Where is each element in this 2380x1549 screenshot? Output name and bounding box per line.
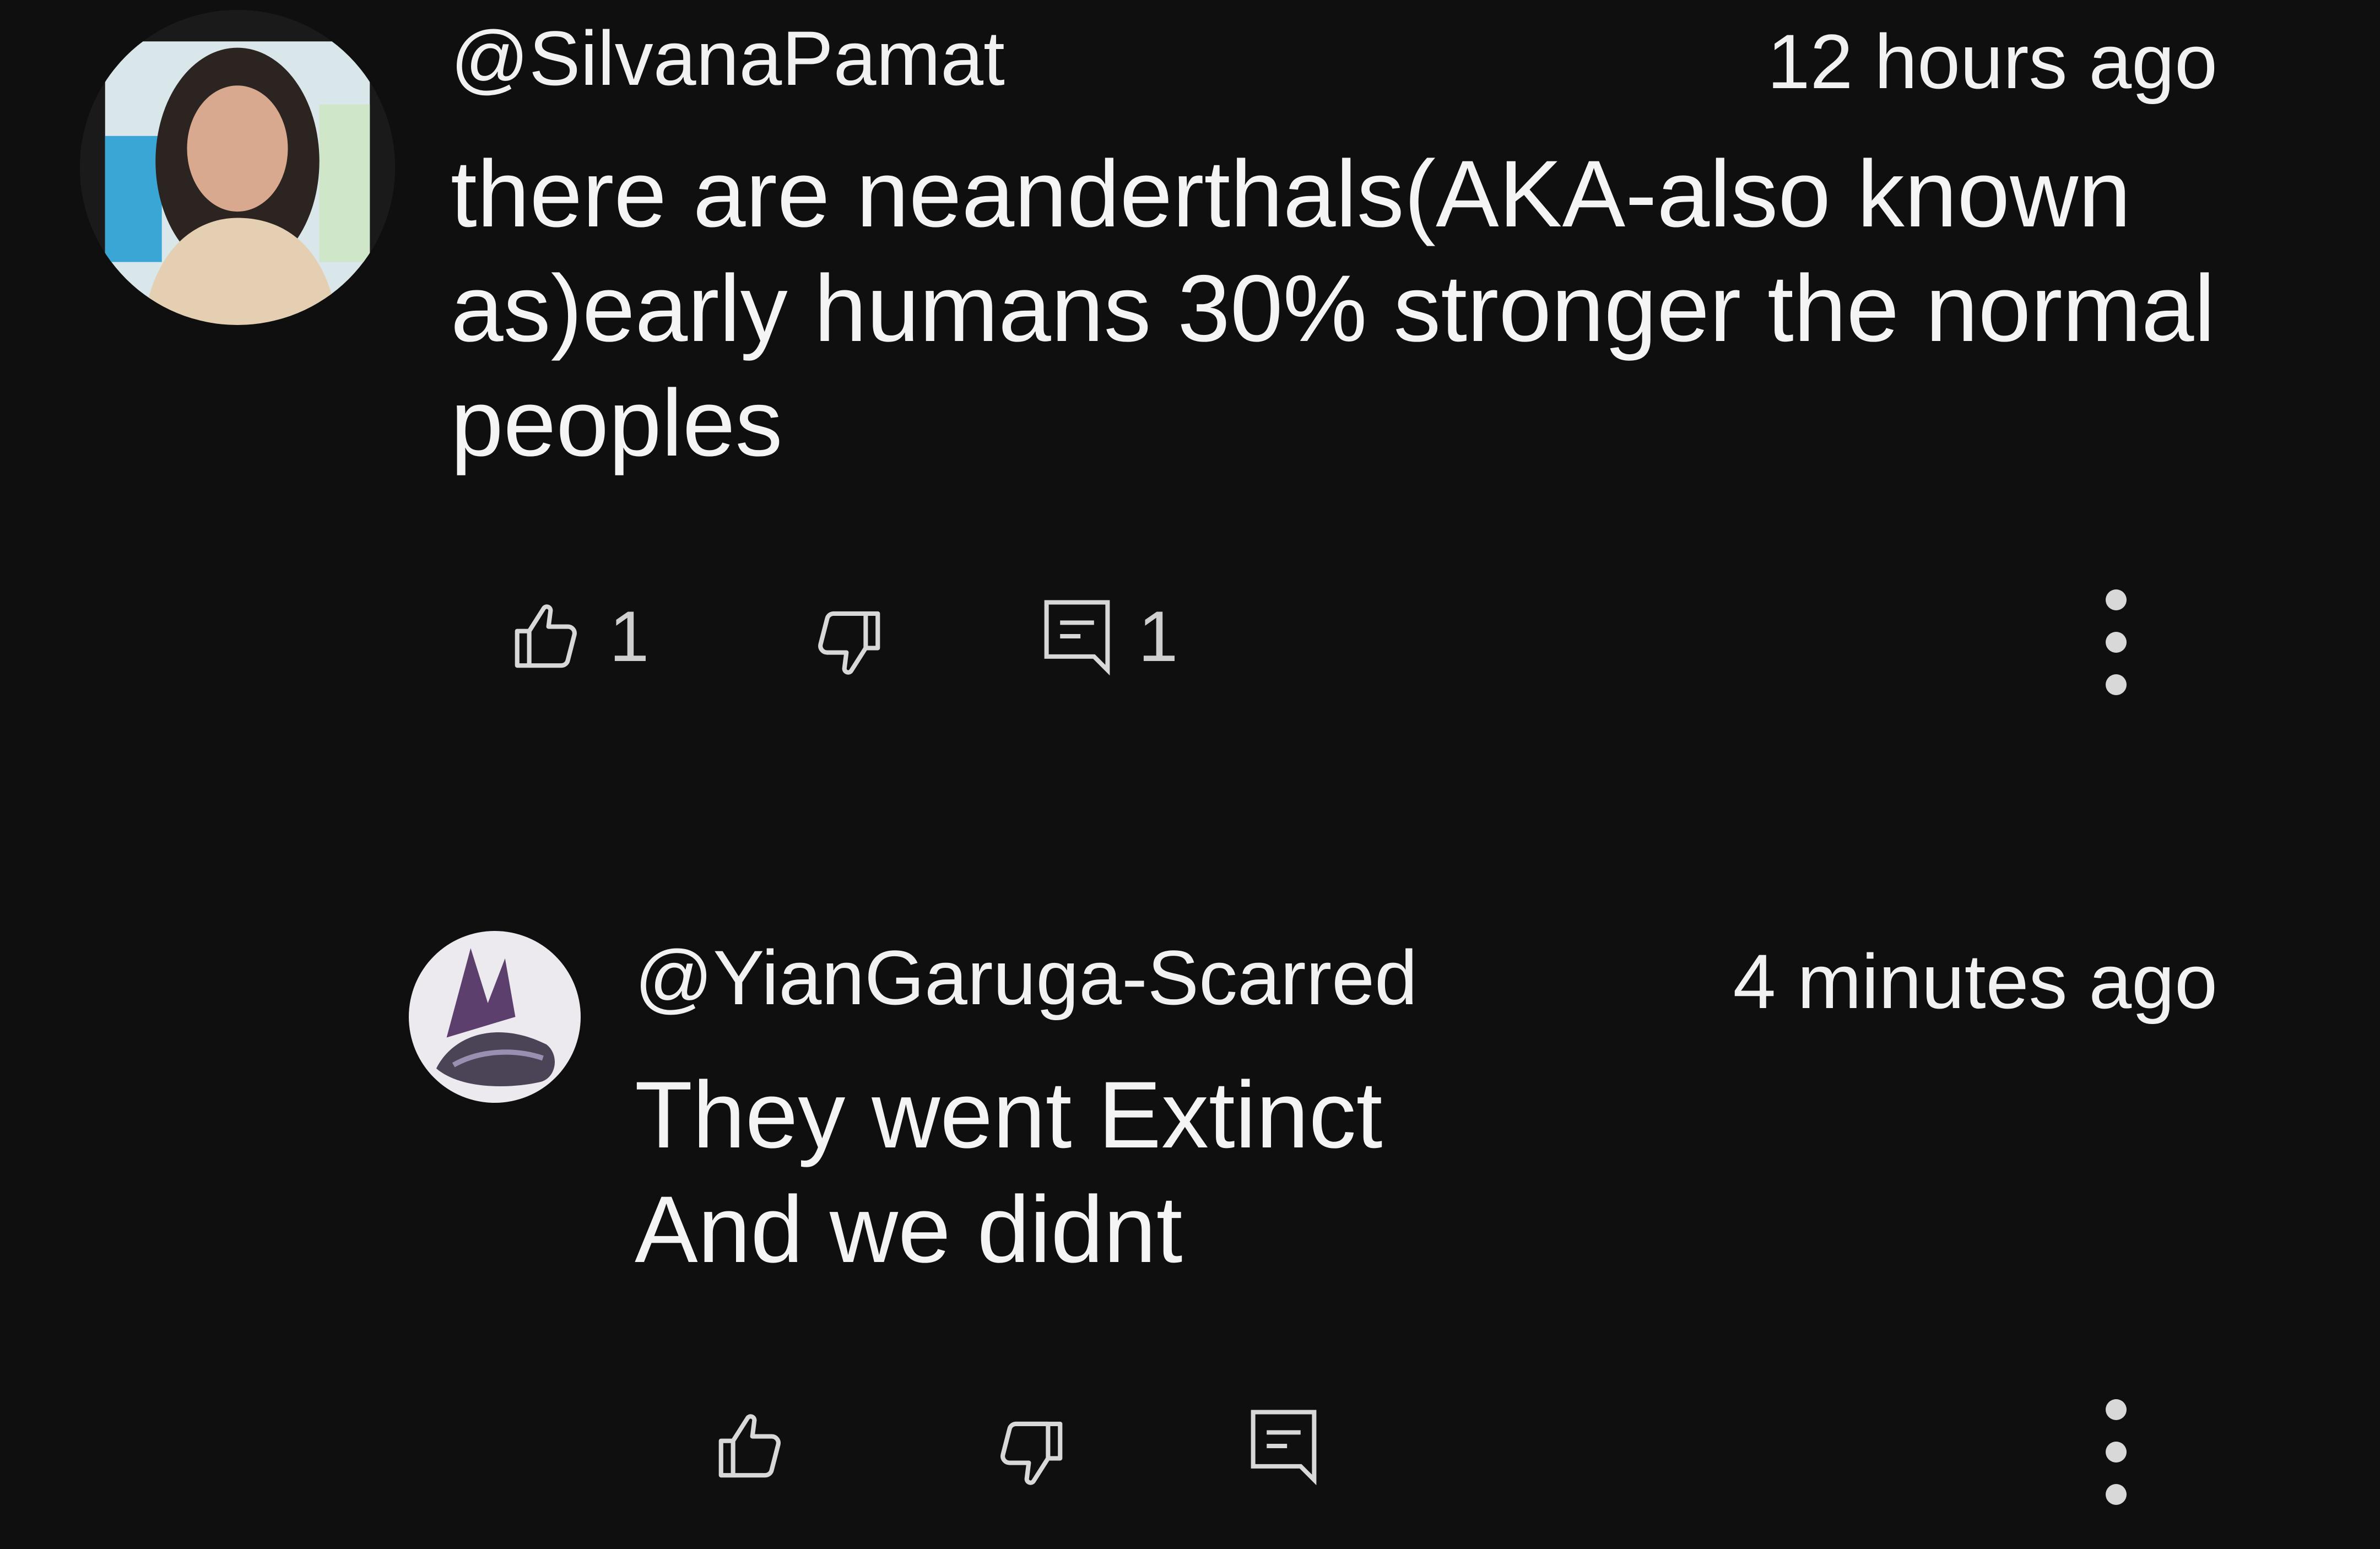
comment-text: there are neanderthals(AKA-also known as…	[451, 137, 2215, 480]
monster-avatar	[409, 931, 581, 1103]
like-button[interactable]	[711, 1402, 793, 1490]
comment-text-line: And we didnt	[635, 1177, 1183, 1282]
more-vert-icon-dot	[2106, 1484, 2127, 1505]
reply-button[interactable]	[1242, 1402, 1325, 1490]
reply-icon	[1044, 600, 1110, 676]
comment-author[interactable]: @SilvanaPamat	[451, 20, 1005, 97]
comment-text: They went Extinct And we didnt	[635, 1058, 1382, 1287]
more-vert-icon-dot	[2106, 1442, 2127, 1463]
dislike-button[interactable]	[805, 599, 888, 687]
more-vert-icon	[2106, 1399, 2127, 1420]
comment-timestamp[interactable]: 12 hours ago	[1767, 23, 2217, 100]
thumbs-down-icon	[1000, 1421, 1063, 1485]
more-options-button[interactable]	[2100, 1399, 2133, 1505]
comment-text-line: peoples	[451, 370, 783, 476]
like-count: 1	[609, 596, 650, 676]
comment-timestamp[interactable]: 4 minutes ago	[1733, 943, 2217, 1020]
more-options-button[interactable]	[2100, 589, 2133, 695]
reply-button[interactable]: 1	[1036, 592, 1178, 680]
reply-icon	[1251, 1410, 1317, 1486]
more-vert-icon	[2106, 589, 2127, 610]
comment-text-line: as)early humans 30% stronger the normal	[451, 256, 2215, 361]
more-vert-icon-dot	[2106, 632, 2127, 653]
thumbs-down-icon	[818, 611, 880, 675]
comment-author[interactable]: @YianGaruga-Scarred	[635, 939, 1418, 1016]
more-vert-icon-dot	[2106, 674, 2127, 695]
thumbs-up-icon	[515, 604, 577, 668]
like-button[interactable]: 1	[507, 592, 649, 680]
reply-count: 1	[1138, 596, 1178, 676]
user-avatar-photo	[80, 10, 395, 325]
avatar[interactable]	[409, 931, 581, 1103]
thumbs-up-icon	[718, 1414, 781, 1478]
avatar[interactable]	[80, 10, 395, 325]
comment-text-line: They went Extinct	[635, 1062, 1383, 1168]
dislike-button[interactable]	[988, 1409, 1070, 1497]
comment-text-line: there are neanderthals(AKA-also known	[451, 141, 2131, 247]
